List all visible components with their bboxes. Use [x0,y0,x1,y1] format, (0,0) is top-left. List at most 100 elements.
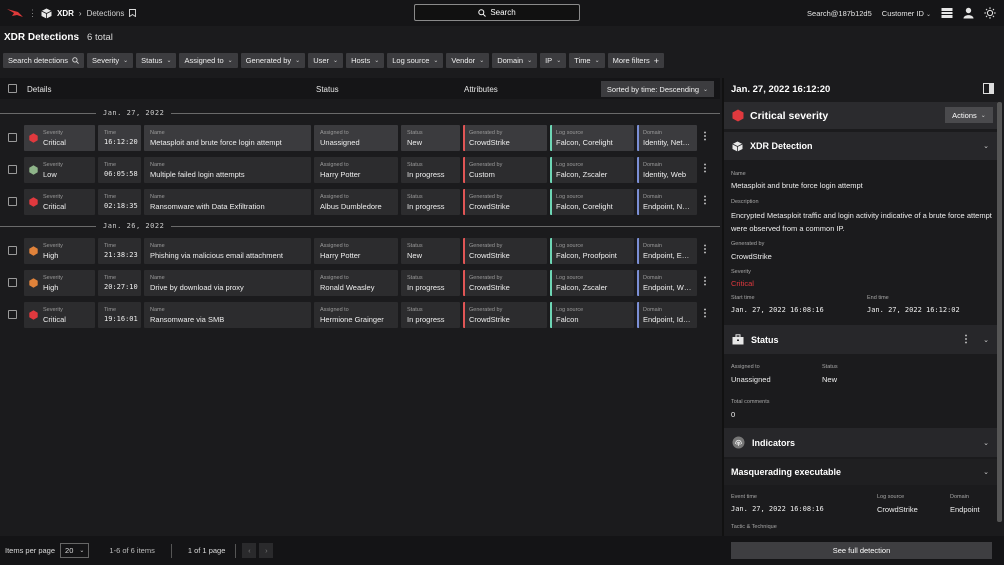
row-checkbox[interactable] [8,246,17,255]
more-filters-button[interactable]: More filters + [607,53,664,68]
menu-dots-icon[interactable]: ⋮ [28,8,37,19]
select-all-checkbox[interactable] [8,84,17,93]
cell-value: New [407,138,423,147]
xdr-cube-icon [41,8,52,18]
theme-sun-icon[interactable] [984,7,996,19]
prev-page-button[interactable]: ‹ [242,543,257,558]
see-full-detection-button[interactable]: See full detection [731,542,992,559]
cell-label: Time [104,194,117,200]
collapse-panel-icon[interactable] [983,83,994,94]
actions-dropdown[interactable]: Actions ⌄ [945,107,993,123]
status-section-header[interactable]: Status ⋮ ⌄ [724,325,997,354]
cell-value: Critical [43,138,66,147]
indicators-section-header[interactable]: Indicators ⌄ [724,428,997,457]
domain-filter[interactable]: Domain ⌄ [492,53,538,68]
status-filter[interactable]: Status ⌄ [136,53,177,68]
list-header: Details Status Attributes Sorted by time… [0,78,720,99]
hosts-filter[interactable]: Hosts ⌄ [346,53,385,68]
cell-domain: Domain Endpoint, N… [637,189,697,215]
customer-id-dropdown[interactable]: Customer ID ⌄ [882,9,931,18]
status-value: New [822,375,838,384]
search-detections-filter[interactable]: Search detections [3,53,85,68]
top-bar: ⋮ XDR › Detections Search Search@187b12d… [0,0,1004,26]
total-comments-label: Total comments [731,399,770,405]
divider [171,112,720,114]
cell-domain: Domain Endpoint, Id… [637,302,697,328]
row-checkbox[interactable] [8,197,17,206]
detection-row[interactable]: Severity High Time 20:27:10 Name Drive by dow… [0,269,720,297]
bookmark-icon[interactable] [129,9,137,17]
row-checkbox[interactable] [8,133,17,142]
cell-value: Harry Potter [320,251,361,260]
cell-value: In progress [407,283,445,292]
cell-label: Domain [643,307,662,313]
global-search-button[interactable]: Search [414,4,580,21]
row-more-icon[interactable]: ⋮ [700,244,710,255]
breadcrumb-detections[interactable]: Detections [87,9,125,18]
chevron-down-icon[interactable]: ⌄ [983,142,989,150]
cell-value: Critical [43,315,66,324]
items-per-page-select[interactable]: 20 ⌄ [60,543,90,558]
vendor-filter[interactable]: Vendor ⌄ [446,53,490,68]
next-page-button[interactable]: › [259,543,274,558]
name-value: Metasploit and brute force login attempt [731,181,863,190]
panel-scrollbar[interactable] [997,102,1002,522]
cell-value: 19:16:01 [104,315,138,323]
detection-row[interactable]: Severity Critical Time 16:12:20 Name Metasplo… [0,124,720,152]
cell-label: Severity [43,307,63,313]
chevron-down-icon: ⌄ [433,58,439,64]
cell-status: Status In progress [401,189,460,215]
color-bar [550,125,552,151]
apps-icon[interactable] [941,7,953,19]
cell-label: Status [407,243,423,249]
detection-row[interactable]: Severity Low Time 06:05:58 Name Multiple fail… [0,156,720,184]
row-checkbox[interactable] [8,278,17,287]
chevron-down-icon[interactable]: ⌄ [983,468,989,476]
row-more-icon[interactable]: ⋮ [700,195,710,206]
user-account[interactable]: Search@187b12d5 [807,9,872,18]
section-title: Indicators [752,437,796,448]
falcon-logo-icon[interactable] [6,7,24,19]
end-time-label: End time [867,295,889,301]
time-filter[interactable]: Time ⌄ [569,53,605,68]
assigned-to-filter[interactable]: Assigned to ⌄ [179,53,238,68]
user-filter[interactable]: User ⌄ [308,53,344,68]
status-more-icon[interactable]: ⋮ [961,334,971,345]
cell-log-source: Log source Falcon, Proofpoint [550,238,634,264]
user-icon[interactable] [963,7,974,19]
app-name[interactable]: XDR [57,9,74,18]
cell-label: Log source [556,130,584,136]
row-checkbox[interactable] [8,310,17,319]
severity-section: Critical severity Actions ⌄ [724,102,997,129]
log-source-filter[interactable]: Log source ⌄ [387,53,444,68]
status-header: Status [316,85,339,94]
chevron-down-icon[interactable]: ⌄ [983,336,989,344]
detail-timestamp: Jan. 27, 2022 16:12:20 [731,83,831,95]
chevron-down-icon: ⌄ [479,58,485,64]
ip-filter[interactable]: IP ⌄ [540,53,567,68]
chevron-right-icon: › [265,546,268,555]
chevron-down-icon[interactable]: ⌄ [983,439,989,447]
masquerading-section-header[interactable]: Masquerading executable ⌄ [724,459,997,485]
detection-row[interactable]: Severity Critical Time 02:18:35 Name Ransomwa… [0,188,720,216]
generated-by-filter[interactable]: Generated by ⌄ [240,53,306,68]
filter-label: IP [545,56,553,65]
row-checkbox[interactable] [8,165,17,174]
name-label: Name [731,171,746,177]
row-more-icon[interactable]: ⋮ [700,276,710,287]
cell-label: Name [150,130,165,136]
row-more-icon[interactable]: ⋮ [700,163,710,174]
cell-status: Status New [401,238,460,264]
date-group-header: Jan. 26, 2022 [0,221,720,231]
row-more-icon[interactable]: ⋮ [700,308,710,319]
severity-title: Critical severity [750,109,829,122]
sort-dropdown[interactable]: Sorted by time: Descending ⌄ [601,81,714,97]
row-more-icon[interactable]: ⋮ [700,131,710,142]
severity-filter[interactable]: Severity ⌄ [87,53,134,68]
cell-assigned: Assigned to Albus Dumbledore [314,189,398,215]
cell-value: Phishing via malicious email attachment [150,251,283,260]
cell-label: Severity [43,275,63,281]
xdr-detection-section-header[interactable]: XDR Detection ⌄ [724,132,997,160]
detection-row[interactable]: Severity Critical Time 19:16:01 Name Ransomwa… [0,301,720,329]
detection-row[interactable]: Severity High Time 21:38:23 Name Phishing via… [0,237,720,265]
